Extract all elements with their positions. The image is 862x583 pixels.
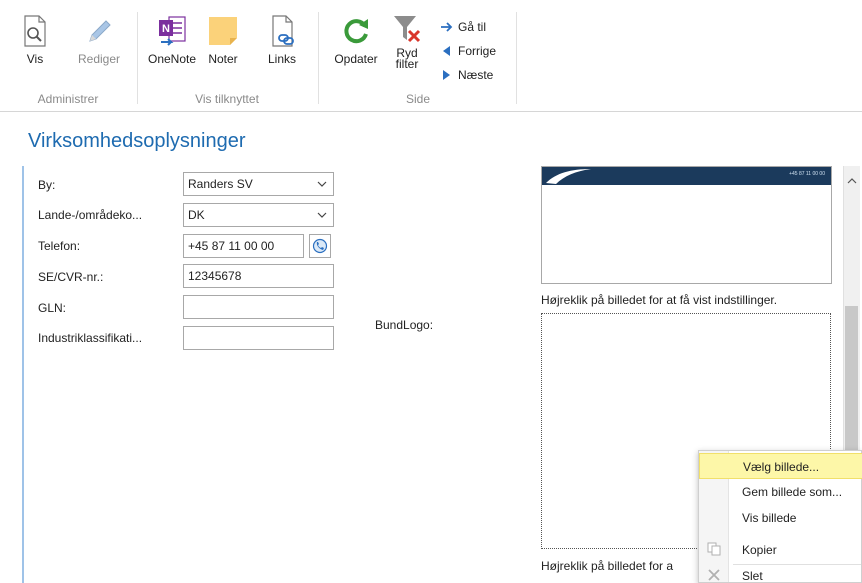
land-select[interactable]: DK bbox=[183, 203, 334, 227]
chevron-down-icon bbox=[317, 181, 327, 187]
link-doc-icon bbox=[272, 15, 294, 47]
refresh-icon bbox=[344, 19, 368, 44]
links-label: Links bbox=[267, 52, 296, 66]
image-hint-top: Højreklik på billedet for at få vist ind… bbox=[541, 293, 778, 307]
cvr-value: 12345678 bbox=[188, 269, 242, 283]
field-label-land: Lande-/områdeko... bbox=[38, 208, 143, 222]
opdater-label: Opdater bbox=[334, 52, 378, 66]
forrige-label: Forrige bbox=[458, 44, 497, 58]
context-menu: Vælg billede... Gem billede som... Vis b… bbox=[698, 450, 862, 583]
rediger-label: Rediger bbox=[77, 52, 121, 66]
menu-item-vaelg-billede[interactable]: Vælg billede... bbox=[699, 453, 862, 479]
view-doc-icon bbox=[24, 15, 46, 47]
menu-item-label: Vælg billede... bbox=[743, 460, 820, 474]
by-select[interactable]: Randers SV bbox=[183, 172, 334, 196]
vis-button[interactable]: Vis bbox=[18, 14, 52, 66]
field-label-cvr: SE/CVR-nr.: bbox=[38, 270, 104, 284]
onenote-icon: N bbox=[159, 16, 186, 46]
opdater-button[interactable]: Opdater bbox=[330, 14, 382, 66]
naeste-button[interactable]: Næste bbox=[440, 66, 493, 84]
field-label-industri: Industriklassifikati... bbox=[38, 331, 143, 345]
land-value: DK bbox=[188, 208, 205, 222]
triangle-left-icon bbox=[443, 46, 450, 56]
svg-text:N: N bbox=[162, 23, 170, 35]
menu-item-label: Vis billede bbox=[742, 511, 797, 525]
forrige-button[interactable]: Forrige bbox=[440, 42, 496, 60]
arrow-right-icon bbox=[441, 22, 453, 32]
ryd-filter-button[interactable]: Ryd filter bbox=[388, 12, 426, 70]
rediger-button[interactable]: Rediger bbox=[75, 14, 123, 66]
phone-call-button[interactable] bbox=[309, 234, 331, 258]
naeste-label: Næste bbox=[458, 68, 494, 82]
field-label-gln: GLN: bbox=[38, 301, 67, 315]
logo-swoosh-icon bbox=[546, 169, 591, 184]
telefon-input[interactable]: +45 87 11 00 00 bbox=[183, 234, 304, 258]
gaa-til-button[interactable]: Gå til bbox=[440, 18, 486, 36]
ribbon: Vis Rediger Administrer N OneNote Noter … bbox=[0, 0, 862, 112]
nav-buttons: Gå til Forrige Næste bbox=[440, 18, 520, 84]
logo-image-box[interactable]: +45 87 11 00 00 bbox=[541, 166, 832, 284]
by-value: Randers SV bbox=[188, 177, 253, 191]
gaa-til-label: Gå til bbox=[458, 20, 487, 34]
chevron-down-icon bbox=[317, 212, 327, 218]
menu-item-kopier[interactable]: Kopier bbox=[699, 537, 862, 563]
logo-phone-text: +45 87 11 00 00 bbox=[789, 171, 825, 177]
logo-image: +45 87 11 00 00 bbox=[542, 167, 831, 185]
ryd-filter-label: Ryd filter bbox=[395, 46, 419, 71]
clear-filter-icon bbox=[394, 16, 421, 43]
ribbon-separator bbox=[318, 12, 319, 104]
gln-input[interactable] bbox=[183, 295, 334, 319]
section-bar bbox=[22, 166, 24, 583]
delete-x-icon bbox=[708, 569, 720, 581]
group-label-administrer: Administrer bbox=[37, 92, 99, 106]
telefon-value: +45 87 11 00 00 bbox=[188, 239, 275, 253]
menu-item-slet[interactable]: Slet bbox=[699, 563, 862, 583]
phone-globe-icon bbox=[312, 238, 328, 254]
noter-button[interactable]: Noter bbox=[202, 14, 244, 66]
scroll-up-icon bbox=[847, 178, 857, 184]
pencil-icon bbox=[89, 20, 111, 42]
menu-item-label: Gem billede som... bbox=[742, 485, 843, 499]
cvr-input[interactable]: 12345678 bbox=[183, 264, 334, 288]
onenote-label: OneNote bbox=[147, 52, 197, 66]
menu-item-gem-billede[interactable]: Gem billede som... bbox=[699, 479, 862, 505]
industri-input[interactable] bbox=[183, 326, 334, 350]
menu-item-label: Kopier bbox=[742, 543, 777, 557]
group-label-vis-tilknyttet: Vis tilknyttet bbox=[195, 92, 259, 106]
group-vis-tilknyttet: N OneNote Noter Links Vis tilknyttet bbox=[138, 6, 316, 108]
menu-item-label: Slet bbox=[742, 569, 763, 583]
group-label-side: Side bbox=[405, 92, 431, 106]
menu-item-vis-billede[interactable]: Vis billede bbox=[699, 505, 862, 531]
ribbon-separator bbox=[516, 12, 517, 104]
vis-label: Vis bbox=[26, 52, 44, 66]
field-label-telefon: Telefon: bbox=[38, 239, 81, 253]
bundlogo-label: BundLogo: bbox=[375, 318, 434, 332]
field-label-by: By: bbox=[38, 178, 56, 192]
page-title: Virksomhedsoplysninger bbox=[28, 130, 246, 152]
image-hint-bottom: Højreklik på billedet for a bbox=[541, 559, 674, 573]
links-button[interactable]: Links bbox=[262, 14, 302, 66]
onenote-button[interactable]: N OneNote bbox=[142, 14, 202, 66]
noter-label: Noter bbox=[208, 52, 238, 66]
copy-icon bbox=[707, 542, 721, 556]
group-administrer: Vis Rediger Administrer bbox=[0, 6, 136, 108]
group-side: Opdater Ryd filter Gå til Forrige Næste bbox=[320, 6, 516, 108]
triangle-right-icon bbox=[443, 70, 450, 80]
note-icon bbox=[209, 17, 237, 45]
